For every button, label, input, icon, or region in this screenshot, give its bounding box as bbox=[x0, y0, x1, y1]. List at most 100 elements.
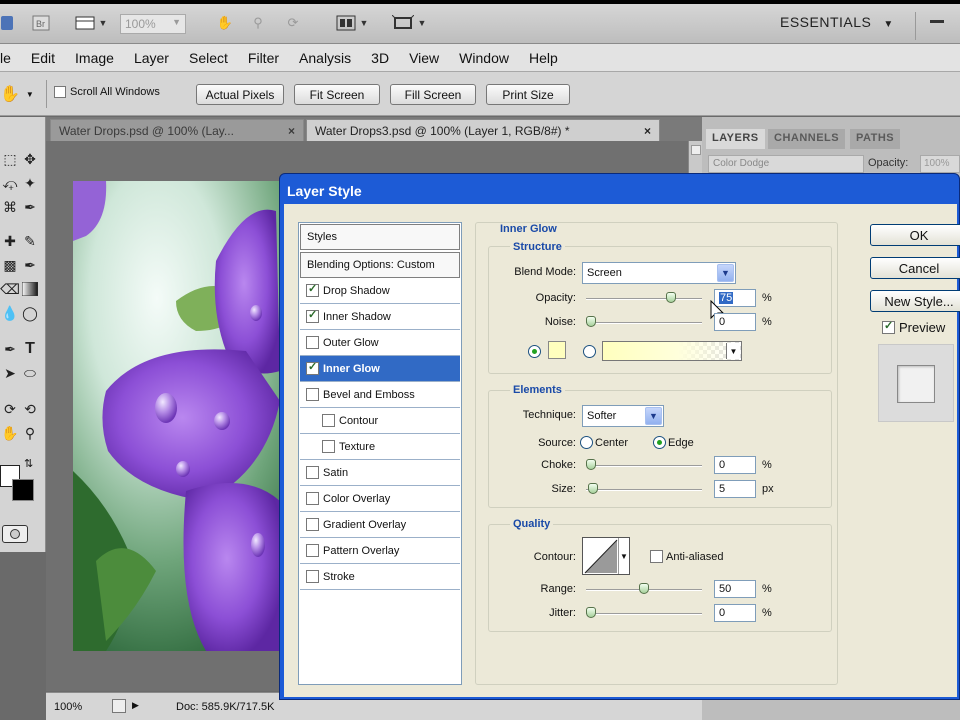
menu-file[interactable]: le bbox=[0, 50, 21, 66]
style-item-checkbox[interactable] bbox=[306, 466, 319, 479]
cancel-button[interactable]: Cancel bbox=[870, 257, 960, 279]
style-item-checkbox[interactable] bbox=[322, 440, 335, 453]
jitter-slider[interactable] bbox=[586, 607, 702, 618]
brush-tool-icon[interactable]: ✎ bbox=[20, 231, 40, 251]
tab-water-drops[interactable]: Water Drops.psd @ 100% (Lay... × bbox=[50, 119, 304, 141]
tab-layers[interactable]: LAYERS bbox=[706, 129, 765, 149]
zoom-tool-icon[interactable]: ⚲ bbox=[20, 423, 40, 443]
workspace-switcher[interactable]: ESSENTIALS ▼ bbox=[780, 14, 894, 38]
size-slider[interactable] bbox=[586, 483, 702, 494]
styles-header[interactable]: Styles bbox=[300, 224, 460, 250]
chevron-right-icon[interactable]: ▶ bbox=[132, 700, 139, 711]
tab-paths[interactable]: PATHS bbox=[850, 129, 901, 149]
jitter-slider-thumb[interactable] bbox=[586, 607, 596, 618]
fit-screen-button[interactable]: Fit Screen bbox=[294, 84, 380, 105]
scroll-up-icon[interactable] bbox=[691, 145, 701, 155]
type-tool-icon[interactable]: T bbox=[20, 339, 40, 359]
style-item-texture[interactable]: Texture bbox=[300, 434, 460, 460]
shape-tool-icon[interactable]: ⬭ bbox=[20, 363, 40, 383]
style-item-checkbox[interactable] bbox=[306, 308, 319, 323]
layer-blend-mode[interactable]: Color Dodge bbox=[708, 155, 864, 173]
style-item-stroke[interactable]: Stroke bbox=[300, 564, 460, 590]
solid-color-radio[interactable] bbox=[528, 345, 541, 358]
screen-mode-icon[interactable]: ▼ bbox=[388, 11, 430, 35]
fill-screen-button[interactable]: Fill Screen bbox=[390, 84, 476, 105]
zoom-level-dropdown[interactable]: 100% ▼ bbox=[120, 14, 186, 34]
range-slider-thumb[interactable] bbox=[639, 583, 649, 594]
contour-picker[interactable]: ▼ bbox=[582, 537, 630, 575]
menu-analysis[interactable]: Analysis bbox=[289, 50, 361, 66]
technique-select[interactable]: Softer ▼ bbox=[582, 405, 664, 427]
menu-3d[interactable]: 3D bbox=[361, 50, 399, 66]
style-item-checkbox[interactable] bbox=[306, 336, 319, 349]
opacity-slider-thumb[interactable] bbox=[666, 292, 676, 303]
quick-mask-icon[interactable] bbox=[2, 525, 28, 543]
ok-button[interactable]: OK bbox=[870, 224, 960, 246]
blur-tool-icon[interactable]: 💧 bbox=[0, 303, 20, 323]
dodge-tool-icon[interactable]: ◯ bbox=[20, 303, 40, 323]
choke-slider-thumb[interactable] bbox=[586, 459, 596, 470]
layer-opacity-field[interactable]: 100% bbox=[920, 155, 960, 173]
size-slider-thumb[interactable] bbox=[588, 483, 598, 494]
clone-stamp-icon[interactable]: ▩ bbox=[0, 255, 20, 275]
style-item-contour[interactable]: Contour bbox=[300, 408, 460, 434]
tab-water-drops3[interactable]: Water Drops3.psd @ 100% (Layer 1, RGB/8#… bbox=[306, 119, 660, 141]
menu-window[interactable]: Window bbox=[449, 50, 519, 66]
style-item-checkbox[interactable] bbox=[306, 492, 319, 505]
source-center-radio[interactable] bbox=[580, 436, 593, 449]
anti-aliased-checkbox[interactable] bbox=[650, 550, 663, 563]
menu-edit[interactable]: Edit bbox=[21, 50, 65, 66]
style-item-checkbox[interactable] bbox=[306, 518, 319, 531]
background-color-swatch[interactable] bbox=[12, 479, 34, 501]
3d-orbit-icon[interactable]: ⟲ bbox=[20, 399, 40, 419]
hand-tool-preset-icon[interactable]: ✋ ▼ bbox=[0, 84, 40, 104]
source-edge-radio[interactable] bbox=[653, 436, 666, 449]
new-style-button[interactable]: New Style... bbox=[870, 290, 960, 312]
style-item-checkbox[interactable] bbox=[306, 570, 319, 583]
marquee-tool-icon[interactable]: ⬚ bbox=[0, 149, 20, 169]
swap-colors-icon[interactable]: ⇅ bbox=[24, 457, 33, 470]
zoom-readout[interactable]: 100% bbox=[54, 701, 82, 713]
style-item-checkbox[interactable] bbox=[306, 360, 319, 375]
hand-icon[interactable]: ✋ bbox=[210, 11, 240, 35]
style-item-checkbox[interactable] bbox=[322, 414, 335, 427]
scroll-all-windows-option[interactable]: Scroll All Windows bbox=[54, 86, 160, 98]
bridge-icon[interactable] bbox=[0, 11, 14, 35]
choke-field[interactable]: 0 bbox=[714, 456, 756, 474]
blending-options-item[interactable]: Blending Options: Custom bbox=[300, 252, 460, 278]
print-size-button[interactable]: Print Size bbox=[486, 84, 570, 105]
view-extras-icon[interactable]: ▼ bbox=[70, 11, 112, 35]
3d-rotate-icon[interactable]: ⟳ bbox=[0, 399, 20, 419]
path-selection-icon[interactable]: ➤ bbox=[0, 363, 20, 383]
style-item-color-overlay[interactable]: Color Overlay bbox=[300, 486, 460, 512]
glow-color-swatch[interactable] bbox=[548, 341, 566, 359]
style-item-inner-glow[interactable]: Inner Glow bbox=[300, 356, 460, 382]
lasso-tool-icon[interactable]: ⤽ bbox=[0, 173, 20, 193]
menu-select[interactable]: Select bbox=[179, 50, 238, 66]
style-item-gradient-overlay[interactable]: Gradient Overlay bbox=[300, 512, 460, 538]
jitter-field[interactable]: 0 bbox=[714, 604, 756, 622]
magic-wand-icon[interactable]: ✦ bbox=[20, 173, 40, 193]
rotate-view-icon[interactable]: ⟳ bbox=[280, 11, 306, 35]
menu-layer[interactable]: Layer bbox=[124, 50, 179, 66]
gradient-radio[interactable] bbox=[583, 345, 596, 358]
history-brush-icon[interactable]: ✒ bbox=[20, 255, 40, 275]
menu-image[interactable]: Image bbox=[65, 50, 124, 66]
style-item-inner-shadow[interactable]: Inner Shadow bbox=[300, 304, 460, 330]
eraser-tool-icon[interactable]: ⌫ bbox=[0, 279, 20, 299]
style-item-checkbox[interactable] bbox=[306, 282, 319, 297]
menu-view[interactable]: View bbox=[399, 50, 449, 66]
style-item-drop-shadow[interactable]: Drop Shadow bbox=[300, 278, 460, 304]
scroll-all-windows-checkbox[interactable] bbox=[54, 86, 66, 98]
healing-brush-icon[interactable]: ✚ bbox=[0, 231, 20, 251]
eyedropper-icon[interactable]: ✒ bbox=[20, 197, 40, 217]
actual-pixels-button[interactable]: Actual Pixels bbox=[196, 84, 284, 105]
choke-slider[interactable] bbox=[586, 459, 702, 470]
menu-help[interactable]: Help bbox=[519, 50, 568, 66]
arrange-documents-icon[interactable]: ▼ bbox=[332, 11, 372, 35]
minimize-icon[interactable] bbox=[930, 20, 944, 23]
gradient-tool-icon[interactable] bbox=[20, 279, 40, 299]
style-item-bevel-and-emboss[interactable]: Bevel and Emboss bbox=[300, 382, 460, 408]
preview-checkbox[interactable] bbox=[882, 319, 895, 334]
zoom-icon[interactable]: ⚲ bbox=[246, 11, 270, 35]
